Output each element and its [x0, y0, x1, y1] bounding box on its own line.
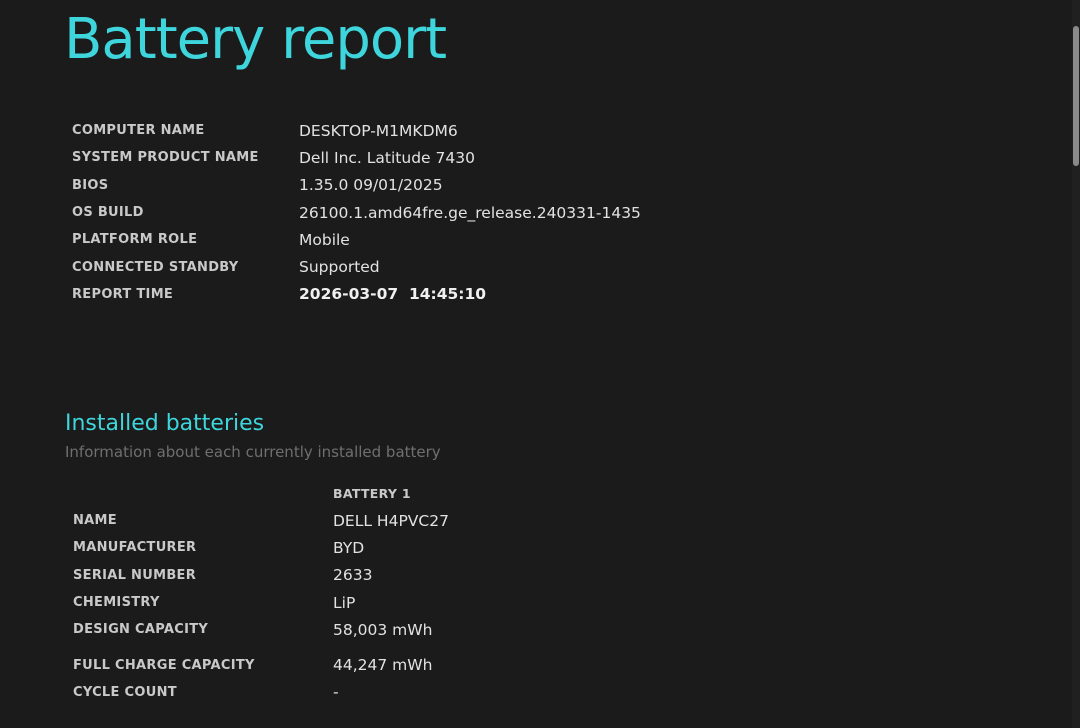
- battery-value: 58,003 mWh: [333, 620, 433, 639]
- battery-row-chemistry: CHEMISTRY LiP: [73, 589, 449, 616]
- info-label: COMPUTER NAME: [72, 123, 205, 139]
- page-title: Battery report: [64, 7, 447, 72]
- battery-row-cycle-count: CYCLE COUNT -: [73, 679, 449, 706]
- battery-row-manufacturer: MANUFACTURER BYD: [73, 534, 449, 561]
- vertical-scrollbar[interactable]: [1072, 0, 1080, 728]
- system-info-table: COMPUTER NAME DESKTOP-M1MKDM6 SYSTEM PRO…: [72, 117, 641, 308]
- info-value: 26100.1.amd64fre.ge_release.240331-1435: [299, 203, 641, 222]
- battery-row-name: NAME DELL H4PVC27: [73, 507, 449, 534]
- info-row-computer-name: COMPUTER NAME DESKTOP-M1MKDM6: [72, 117, 641, 144]
- info-row-system-product-name: SYSTEM PRODUCT NAME Dell Inc. Latitude 7…: [72, 144, 641, 171]
- battery-label: MANUFACTURER: [73, 540, 197, 556]
- battery-column-header: BATTERY 1: [333, 486, 411, 501]
- info-row-platform-role: PLATFORM ROLE Mobile: [72, 226, 641, 253]
- battery-label: NAME: [73, 513, 117, 529]
- info-label: PLATFORM ROLE: [72, 232, 198, 248]
- battery-value: LiP: [333, 593, 356, 612]
- info-value: DESKTOP-M1MKDM6: [299, 121, 458, 140]
- info-value: 1.35.0 09/01/2025: [299, 176, 443, 195]
- battery-label: CYCLE COUNT: [73, 684, 177, 700]
- battery-value: 2633: [333, 566, 373, 585]
- row-spacer: [73, 643, 449, 651]
- info-value: Mobile: [299, 230, 350, 249]
- info-value: Dell Inc. Latitude 7430: [299, 148, 475, 167]
- info-label: REPORT TIME: [72, 286, 174, 302]
- info-label: SYSTEM PRODUCT NAME: [72, 150, 259, 166]
- info-label: CONNECTED STANDBY: [72, 259, 239, 275]
- battery-row-design-capacity: DESIGN CAPACITY 58,003 mWh: [73, 616, 449, 643]
- info-value: Supported: [299, 258, 380, 277]
- battery-label: CHEMISTRY: [73, 595, 160, 611]
- battery-row-full-charge-capacity: FULL CHARGE CAPACITY 44,247 mWh: [73, 651, 449, 678]
- installed-batteries-subtitle: Information about each currently install…: [65, 443, 441, 461]
- battery-value: -: [333, 683, 339, 702]
- info-label: OS BUILD: [72, 205, 144, 221]
- battery-label: DESIGN CAPACITY: [73, 622, 209, 638]
- battery-row-serial-number: SERIAL NUMBER 2633: [73, 562, 449, 589]
- battery-value: DELL H4PVC27: [333, 511, 449, 530]
- battery-label: SERIAL NUMBER: [73, 567, 197, 583]
- battery-label: FULL CHARGE CAPACITY: [73, 657, 255, 673]
- report-time-value: 2026-03-07 14:45:10: [299, 285, 487, 304]
- info-label: BIOS: [72, 177, 109, 193]
- battery-report-page: Battery report COMPUTER NAME DESKTOP-M1M…: [0, 0, 1080, 728]
- battery-value: BYD: [333, 538, 365, 557]
- scrollbar-thumb[interactable]: [1073, 26, 1079, 166]
- installed-batteries-heading: Installed batteries: [65, 411, 265, 436]
- info-row-bios: BIOS 1.35.0 09/01/2025: [72, 172, 641, 199]
- info-row-os-build: OS BUILD 26100.1.amd64fre.ge_release.240…: [72, 199, 641, 226]
- installed-batteries-table: NAME DELL H4PVC27 MANUFACTURER BYD SERIA…: [73, 507, 449, 706]
- battery-value: 44,247 mWh: [333, 656, 433, 675]
- info-row-connected-standby: CONNECTED STANDBY Supported: [72, 253, 641, 280]
- info-row-report-time: REPORT TIME 2026-03-07 14:45:10: [72, 281, 641, 308]
